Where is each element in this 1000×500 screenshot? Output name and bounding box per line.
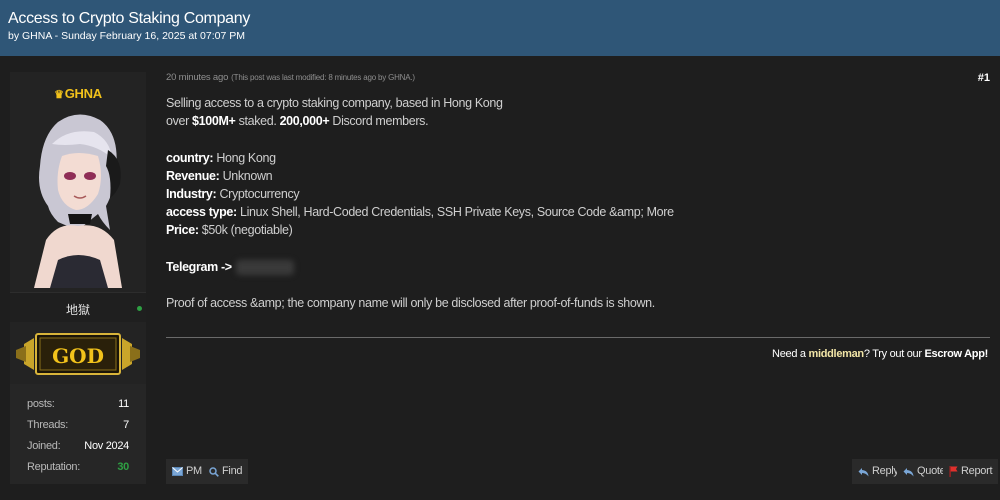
thread-title: Access to Crypto Staking Company [8, 10, 251, 27]
crown-icon: ♛ [54, 89, 64, 101]
online-status-icon [137, 306, 142, 311]
proof-line: Proof of access &amp; the company name w… [166, 296, 655, 311]
rank-badge-image: GOD [16, 333, 140, 375]
stat-joined: Joined: Nov 2024 [27, 440, 129, 452]
post-body: Selling access to a crypto staking compa… [166, 94, 966, 312]
find-button[interactable]: Find [203, 459, 249, 484]
author-top: ♛GHNA [10, 72, 146, 292]
thread-meta: by GHNA - Sunday February 16, 2025 at 07… [8, 30, 245, 42]
envelope-icon [172, 467, 183, 476]
author-panel: ♛GHNA 地獄 GOD posts: 11 Threads: 7 Joined… [10, 72, 146, 484]
stat-threads: Threads: 7 [27, 419, 129, 431]
avatar-image [34, 114, 122, 288]
usertitle: 地獄 [65, 303, 90, 317]
signature-divider [166, 337, 990, 338]
report-button[interactable]: Report [943, 459, 999, 484]
stat-posts: posts: 11 [27, 398, 129, 410]
username-link[interactable]: ♛GHNA [10, 86, 146, 101]
post-content: 20 minutes ago (This post was last modifi… [166, 56, 999, 500]
redacted-contact [235, 260, 294, 275]
industry-line: Industry: Cryptocurrency [166, 187, 300, 201]
search-icon [209, 466, 219, 477]
author-stats: posts: 11 Threads: 7 Joined: Nov 2024 Reput… [10, 384, 146, 484]
pm-button[interactable]: PM [166, 459, 208, 484]
access-type-line: access type: Linux Shell, Hard-Coded Cre… [166, 205, 674, 220]
revenue-line: Revenue: Unknown [166, 168, 273, 183]
body-line-1: Selling access to a crypto staking compa… [166, 96, 503, 110]
post-number[interactable]: #1 [978, 72, 990, 84]
rank-label: GOD [52, 344, 104, 368]
stat-reputation: Reputation: 30 [27, 461, 129, 473]
country-line: country: Hong Kong [166, 150, 276, 165]
middleman-link[interactable]: middleman [808, 348, 864, 360]
telegram-line: Telegram -> [166, 258, 966, 276]
price-line: Price: $50k (negotiable) [166, 223, 293, 238]
thread-header: Access to Crypto Staking Company by GHNA… [0, 0, 1000, 56]
post-date: 20 minutes ago (This post was last modifi… [166, 72, 415, 83]
escrow-app-link[interactable]: Escrow App! [924, 348, 988, 360]
reply-icon [858, 467, 869, 476]
body-line-2: over $100M+ staked. 200,000+ Discord mem… [166, 114, 429, 129]
post: ♛GHNA 地獄 GOD posts: 11 Threads: 7 Joined… [0, 56, 1000, 500]
rank-badge: GOD [10, 322, 146, 384]
signature: Need a middleman? Try out our Escrow App… [772, 348, 988, 360]
avatar[interactable] [28, 110, 128, 288]
usertitle-row: 地獄 [10, 292, 146, 322]
username: GHNA [64, 86, 102, 101]
edited-note: (This post was last modified: 8 minutes … [231, 73, 415, 82]
quote-icon [903, 467, 914, 476]
flag-icon [949, 466, 958, 477]
